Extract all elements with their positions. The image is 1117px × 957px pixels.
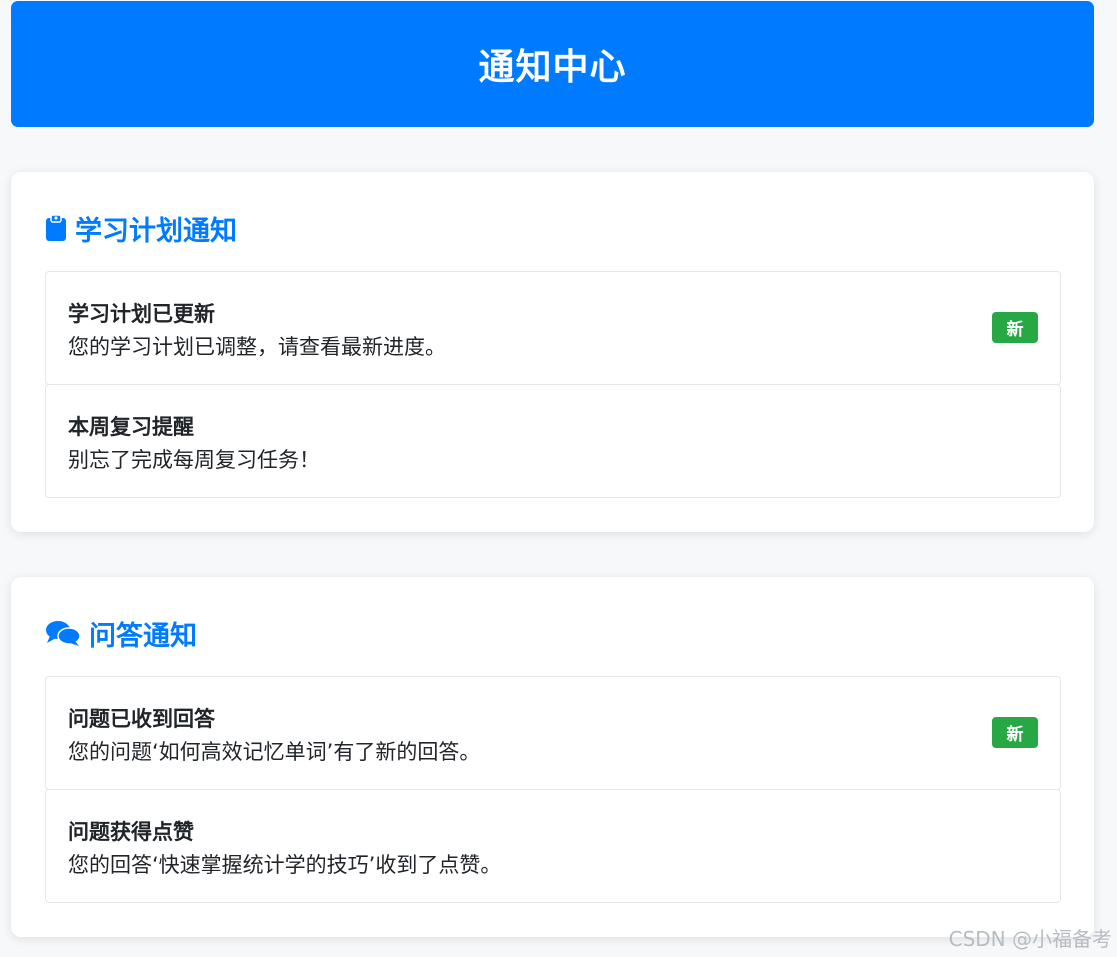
notification-text: 别忘了完成每周复习任务！ xyxy=(68,448,320,472)
clipboard-icon xyxy=(45,214,67,242)
notification-text: 您的学习计划已调整，请查看最新进度。 xyxy=(68,335,446,359)
section-title: 问答通知 xyxy=(45,613,197,653)
notification-title: 学习计划已更新 xyxy=(68,302,215,326)
section-title-label: 学习计划通知 xyxy=(75,215,237,247)
notification-item[interactable]: 学习计划已更新 您的学习计划已调整，请查看最新进度。 新 xyxy=(45,271,1061,385)
watermark: CSDN @小福备考 xyxy=(948,927,1112,951)
study-plan-section: 学习计划通知 学习计划已更新 您的学习计划已调整，请查看最新进度。 新 本周复习… xyxy=(11,172,1094,532)
notification-text: 您的回答‘快速掌握统计学的技巧’收到了点赞。 xyxy=(68,853,502,877)
notification-text: 您的问题‘如何高效记忆单词’有了新的回答。 xyxy=(68,740,481,764)
section-title-label: 问答通知 xyxy=(89,620,197,652)
notification-item[interactable]: 问题获得点赞 您的回答‘快速掌握统计学的技巧’收到了点赞。 xyxy=(45,789,1061,903)
new-badge: 新 xyxy=(992,312,1038,343)
page-title: 通知中心 xyxy=(478,47,627,88)
notification-title: 问题获得点赞 xyxy=(68,820,194,844)
comments-icon xyxy=(45,619,81,647)
notification-title: 本周复习提醒 xyxy=(68,415,194,439)
notification-page: 通知中心 学习计划通知 学习计划已更新 您的学习计划已调整，请查看最新进度。 新… xyxy=(0,0,1117,957)
notification-item[interactable]: 本周复习提醒 别忘了完成每周复习任务！ xyxy=(45,384,1061,498)
notification-item[interactable]: 问题已收到回答 您的问题‘如何高效记忆单词’有了新的回答。 新 xyxy=(45,676,1061,790)
page-header: 通知中心 xyxy=(11,1,1094,127)
qa-section: 问答通知 问题已收到回答 您的问题‘如何高效记忆单词’有了新的回答。 新 问题获… xyxy=(11,577,1094,937)
section-title: 学习计划通知 xyxy=(45,208,237,248)
notification-title: 问题已收到回答 xyxy=(68,707,215,731)
new-badge: 新 xyxy=(992,717,1038,748)
